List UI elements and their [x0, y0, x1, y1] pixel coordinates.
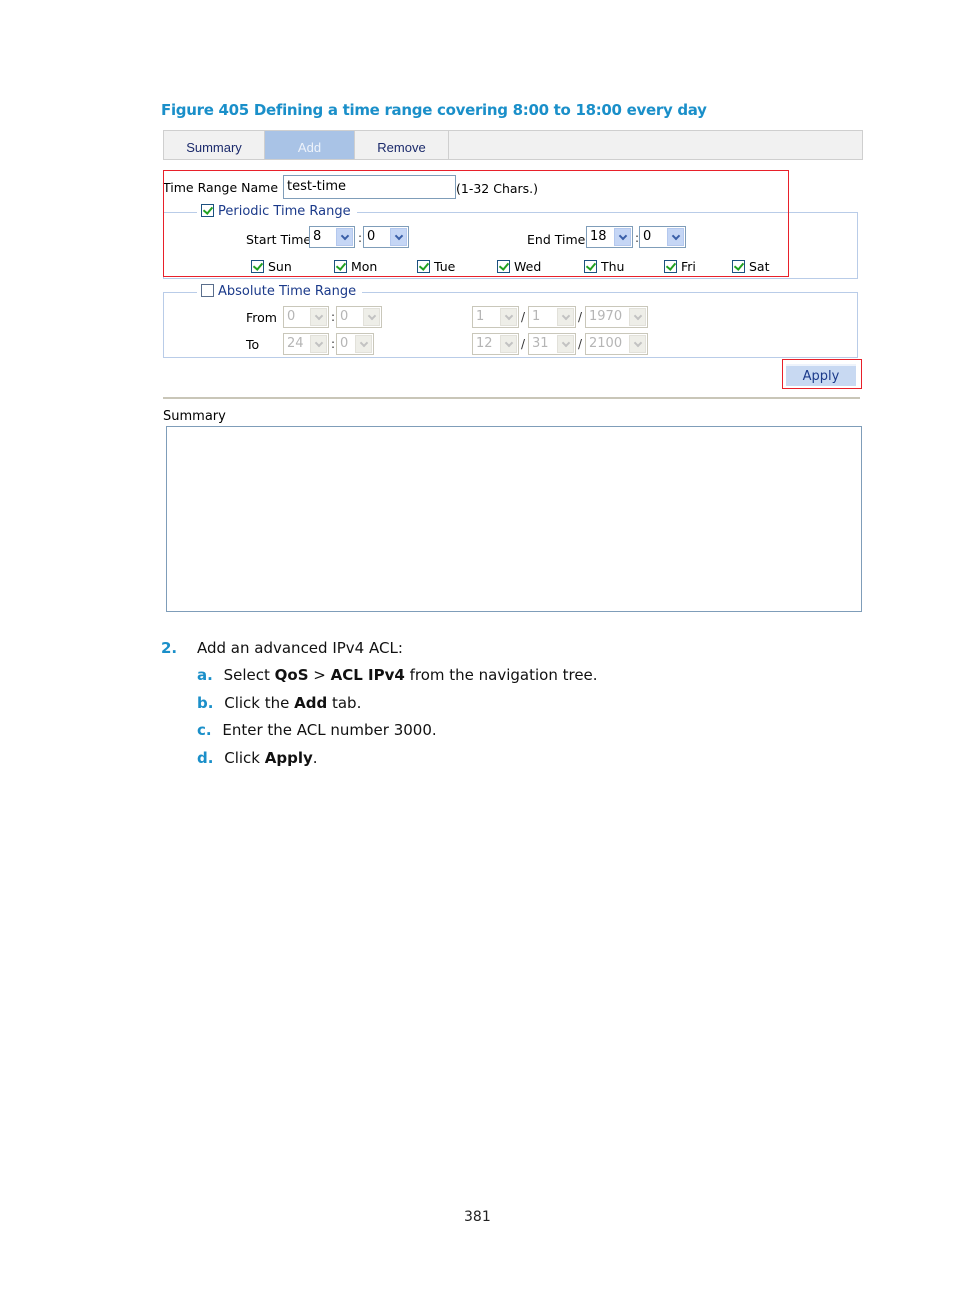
time-separator: :: [331, 337, 336, 351]
chevron-down-icon: [500, 335, 517, 353]
from-minute-value: 0: [340, 309, 349, 324]
substep-text: Enter the ACL number 3000.: [222, 721, 437, 739]
to-minute-value: 0: [340, 336, 349, 351]
highlight-box: [163, 170, 789, 277]
from-day-select[interactable]: 1: [528, 306, 576, 328]
substep-letter: c.: [197, 721, 212, 739]
to-day-value: 31: [532, 336, 549, 351]
substep-letter: a.: [197, 666, 213, 684]
from-hour-value: 0: [287, 309, 296, 324]
chevron-down-icon: [629, 308, 646, 326]
substep-text: >: [308, 666, 331, 684]
chevron-down-icon: [355, 335, 372, 353]
chevron-down-icon: [557, 308, 574, 326]
substep-a: a. Select QoS > ACL IPv4 from the naviga…: [197, 666, 598, 684]
page-number: 381: [464, 1209, 491, 1225]
tab-summary[interactable]: Summary: [164, 131, 265, 159]
to-month-value: 12: [476, 336, 493, 351]
substep-text: Click: [224, 749, 265, 767]
absolute-time-range-checkbox[interactable]: [201, 284, 214, 297]
chevron-down-icon: [500, 308, 517, 326]
divider: [163, 397, 860, 399]
substep-c: c. Enter the ACL number 3000.: [197, 721, 437, 739]
tab-add[interactable]: Add: [265, 131, 355, 159]
substep-text: Select: [223, 666, 275, 684]
from-hour-select[interactable]: 0: [283, 306, 329, 328]
chevron-down-icon: [310, 308, 327, 326]
date-separator: /: [578, 337, 583, 351]
to-month-select[interactable]: 12: [472, 333, 519, 355]
substep-b: b. Click the Add tab.: [197, 694, 361, 712]
chevron-down-icon: [363, 308, 380, 326]
substep-text: tab.: [327, 694, 362, 712]
substep-text: Click the: [224, 694, 295, 712]
substep-d: d. Click Apply.: [197, 749, 318, 767]
qos-menu-ref: QoS: [274, 666, 309, 684]
date-separator: /: [521, 337, 526, 351]
to-minute-select[interactable]: 0: [336, 333, 374, 355]
figure-title: Figure 405 Defining a time range coverin…: [161, 101, 707, 119]
from-month-select[interactable]: 1: [472, 306, 519, 328]
chevron-down-icon: [629, 335, 646, 353]
step-number: 2.: [161, 639, 178, 657]
summary-textarea[interactable]: [166, 426, 862, 612]
add-tab-ref: Add: [294, 694, 328, 712]
to-hour-value: 24: [287, 336, 304, 351]
from-minute-select[interactable]: 0: [336, 306, 382, 328]
summary-label: Summary: [163, 409, 226, 424]
substep-text: from the navigation tree.: [404, 666, 598, 684]
acl-ipv4-menu-ref: ACL IPv4: [330, 666, 405, 684]
from-day-value: 1: [532, 309, 541, 324]
time-separator: :: [331, 310, 336, 324]
absolute-time-range-legend: Absolute Time Range: [197, 284, 363, 299]
substep-text: .: [312, 749, 318, 767]
apply-highlight-box: [782, 359, 862, 389]
from-year-value: 1970: [589, 309, 623, 324]
to-day-select[interactable]: 31: [528, 333, 576, 355]
absolute-time-range-label: Absolute Time Range: [218, 284, 357, 299]
from-label: From: [246, 310, 277, 325]
to-year-select[interactable]: 2100: [585, 333, 648, 355]
date-separator: /: [521, 310, 526, 324]
from-year-select[interactable]: 1970: [585, 306, 648, 328]
date-separator: /: [578, 310, 583, 324]
step-2: 2. Add an advanced IPv4 ACL:: [161, 639, 403, 657]
to-label: To: [246, 337, 260, 352]
from-month-value: 1: [476, 309, 485, 324]
tab-bar: Summary Add Remove: [163, 130, 863, 160]
to-year-value: 2100: [589, 336, 623, 351]
chevron-down-icon: [310, 335, 327, 353]
substep-letter: b.: [197, 694, 214, 712]
to-hour-select[interactable]: 24: [283, 333, 329, 355]
chevron-down-icon: [557, 335, 574, 353]
tab-remove[interactable]: Remove: [355, 131, 449, 159]
apply-button-ref: Apply: [264, 749, 313, 767]
step-text: Add an advanced IPv4 ACL:: [197, 639, 403, 657]
substep-letter: d.: [197, 749, 214, 767]
